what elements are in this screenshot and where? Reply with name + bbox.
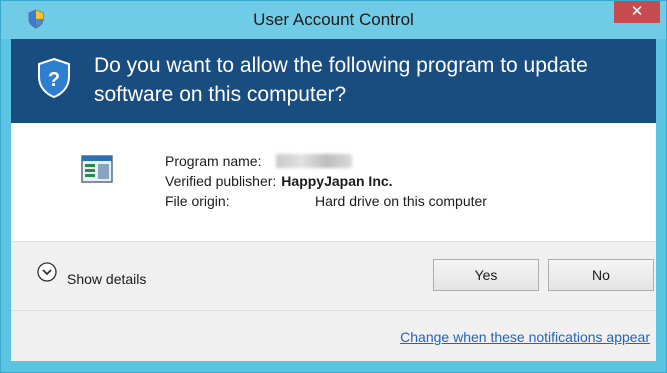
prompt-header: ? Do you want to allow the following pro… (11, 39, 656, 123)
show-details-toggle[interactable]: Show details (67, 271, 146, 287)
program-name-value-redacted (276, 154, 353, 168)
program-details: Program name: Verified publisher: HappyJ… (11, 123, 656, 241)
uac-shield-question-icon: ? (38, 57, 70, 99)
program-name-row: Program name: (165, 151, 487, 171)
no-button[interactable]: No (548, 259, 654, 291)
uac-dialog: User Account Control ✕ ? Do you want to … (0, 0, 667, 373)
title-bar[interactable]: User Account Control ✕ (1, 1, 666, 39)
chevron-down-circle-icon[interactable] (37, 262, 57, 282)
publisher-value: HappyJapan Inc. (281, 173, 393, 189)
change-notifications-link[interactable]: Change when these notifications appear (400, 329, 650, 345)
file-origin-label: File origin: (165, 193, 230, 209)
prompt-question: Do you want to allow the following progr… (94, 54, 588, 106)
close-button[interactable]: ✕ (614, 1, 660, 23)
publisher-row: Verified publisher: HappyJapan Inc. (165, 171, 487, 191)
window-title: User Account Control (253, 10, 414, 29)
footer-divider (11, 310, 656, 311)
file-origin-row: File origin: Hard drive on this computer (165, 191, 487, 211)
dialog-footer: Show details Yes No Change when these no… (11, 241, 656, 361)
program-window-icon (81, 155, 113, 183)
file-origin-value: Hard drive on this computer (315, 193, 487, 209)
yes-button[interactable]: Yes (433, 259, 539, 291)
svg-text:?: ? (48, 69, 60, 91)
program-name-label: Program name: (165, 153, 262, 169)
publisher-label: Verified publisher: (165, 173, 277, 189)
details-list: Program name: Verified publisher: HappyJ… (165, 151, 487, 211)
